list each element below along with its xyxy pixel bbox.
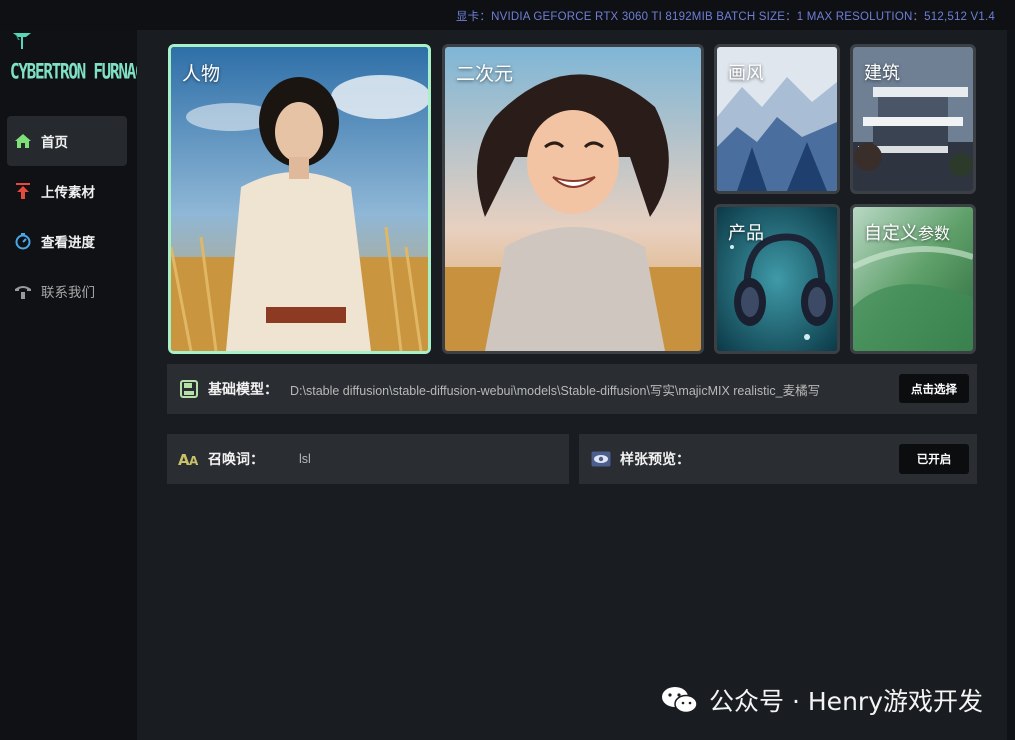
base-model-panel: 基础模型： D:\stable diffusion\stable-diffusi… [167,364,977,414]
nav-label: 联系我们 [41,285,95,301]
home-icon [13,131,33,151]
app-logo: CYBERTRON FURNACE [10,32,153,88]
prompt-label: 召唤词： [208,452,264,468]
nav-label: 首页 [41,135,68,151]
category-card-product[interactable]: 产品 [714,204,840,354]
category-label-sub: 参数 [918,224,951,243]
watermark: 公众号 · Henry游戏开发 [661,682,983,718]
category-label: 人物 [182,63,221,85]
category-label: 画风 [728,63,764,84]
window-edge [1007,30,1015,740]
nav-item-contact[interactable]: 联系我们 [7,266,127,316]
trident-logo-icon [13,33,31,49]
category-card-architecture[interactable]: 建筑 [850,44,976,194]
main-content: 人物 二次元 画风 建筑 产品 自定义参数 基础模型： D:\stable di… [137,30,1007,740]
category-card-anime[interactable]: 二次元 [442,44,704,354]
base-model-path: D:\stable diffusion\stable-diffusion-web… [290,383,821,398]
prompt-input[interactable]: lsl [299,452,311,466]
category-label: 建筑 [864,63,900,84]
category-label-main: 自定义 [864,223,918,244]
preview-toggle-button[interactable]: 已开启 [899,444,969,474]
category-label: 二次元 [456,63,514,85]
sidebar: CYBERTRON FURNACE 首页 上传素材 查看进度 联系我们 [0,30,153,740]
phone-icon [13,281,33,301]
nav-label: 上传素材 [41,185,95,201]
logo-text: CYBERTRON FURNACE [10,58,153,84]
stopwatch-icon [13,231,33,251]
wechat-icon [662,687,698,714]
gpu-status-text: 显卡：NVIDIA GEFORCE RTX 3060 TI 8192MIB BA… [455,11,995,23]
upload-arrow-icon [13,181,33,201]
select-model-button[interactable]: 点击选择 [899,374,969,403]
nav-item-upload[interactable]: 上传素材 [7,166,127,216]
base-model-label: 基础模型： [208,382,278,398]
nav-item-home[interactable]: 首页 [7,116,127,166]
font-aa-icon: AA [178,448,200,470]
preview-label: 样张预览： [620,452,690,468]
preview-panel: 样张预览： 已开启 [579,434,977,484]
svg-text:A: A [189,454,199,467]
category-card-custom[interactable]: 自定义参数 [850,204,976,354]
category-label: 自定义参数 [864,219,950,245]
nav-item-progress[interactable]: 查看进度 [7,216,127,266]
portrait-image [171,47,428,351]
category-label: 产品 [728,223,764,244]
anime-image [445,47,701,351]
category-card-art-style[interactable]: 画风 [714,44,840,194]
eye-icon [590,448,612,470]
status-bar: 显卡：NVIDIA GEFORCE RTX 3060 TI 8192MIB BA… [0,0,1015,30]
watermark-text: 公众号 · Henry游戏开发 [709,687,983,716]
category-card-portrait[interactable]: 人物 [168,44,431,354]
prompt-panel: AA 召唤词： lsl [167,434,569,484]
nav-label: 查看进度 [41,235,95,251]
save-disk-icon [178,378,200,400]
